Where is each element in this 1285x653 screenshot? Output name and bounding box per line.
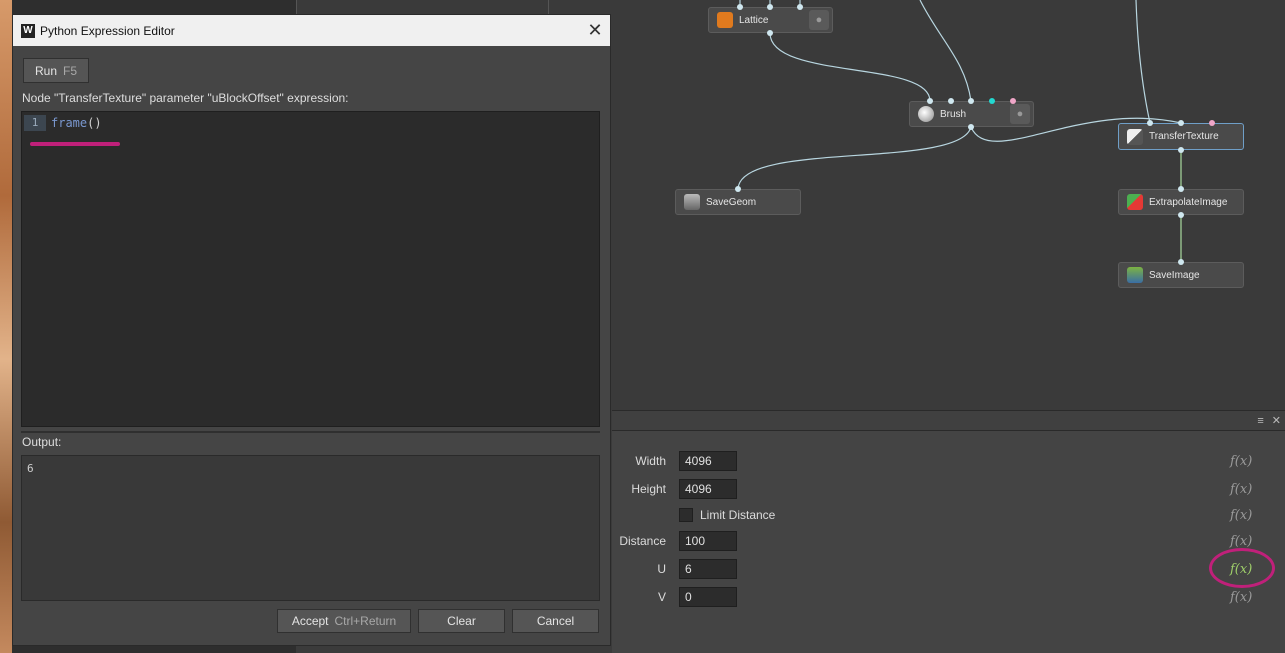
output-area: 6	[21, 455, 600, 601]
cancel-button[interactable]: Cancel	[512, 609, 599, 633]
width-label: Width	[635, 454, 666, 468]
param-row-width: Width 4096 f(x)	[612, 451, 1285, 471]
accept-shortcut: Ctrl+Return	[334, 614, 397, 628]
param-row-v: V 0 f(x)	[612, 587, 1285, 607]
dialog-title: Python Expression Editor	[40, 23, 175, 38]
edge-top-brush	[919, 0, 972, 102]
port[interactable]	[1178, 120, 1184, 126]
lattice-icon	[717, 12, 733, 28]
title-bar[interactable]: W Python Expression Editor ✕	[13, 15, 610, 46]
close-icon[interactable]: ✕	[1272, 414, 1281, 427]
port[interactable]	[735, 186, 741, 192]
code-paren: ()	[87, 116, 102, 130]
fx-width-button[interactable]: f(x)	[1230, 454, 1252, 469]
close-button[interactable]: ✕	[580, 20, 610, 41]
code-function: frame	[51, 116, 88, 130]
port[interactable]	[948, 98, 954, 104]
param-row-height: Height 4096 f(x)	[612, 479, 1285, 499]
port[interactable]	[1209, 120, 1215, 126]
accept-button[interactable]: Accept Ctrl+Return	[277, 609, 411, 633]
lightbulb-icon[interactable]: ●	[1010, 104, 1030, 124]
limit-distance-label: Limit Distance	[700, 508, 776, 522]
v-input[interactable]: 0	[679, 587, 737, 607]
clear-label: Clear	[447, 614, 476, 628]
port[interactable]	[1147, 120, 1153, 126]
run-shortcut: F5	[63, 63, 78, 78]
param-row-u: U 6 f(x)	[612, 559, 1285, 579]
edge-brush-savegeom	[737, 126, 972, 190]
port[interactable]	[767, 30, 773, 36]
port[interactable]	[1010, 98, 1016, 104]
panel-header: ≡ ✕	[612, 411, 1285, 431]
node-label: ExtrapolateImage	[1149, 196, 1228, 208]
port[interactable]	[989, 98, 995, 104]
highlight-underline	[30, 142, 120, 146]
port[interactable]	[767, 4, 773, 10]
highlight-circle	[1209, 548, 1275, 588]
accept-label: Accept	[291, 614, 329, 628]
port[interactable]	[1178, 147, 1184, 153]
port[interactable]	[737, 4, 743, 10]
menu-icon[interactable]: ≡	[1257, 415, 1263, 427]
height-label: Height	[631, 482, 666, 496]
run-button[interactable]: Run F5	[23, 58, 89, 83]
fx-limit-distance-button[interactable]: f(x)	[1230, 508, 1252, 523]
fx-height-button[interactable]: f(x)	[1230, 482, 1252, 497]
port[interactable]	[797, 4, 803, 10]
node-transfer-texture[interactable]: TransferTexture	[1118, 123, 1244, 150]
code-editor[interactable]: 1 frame()	[21, 111, 600, 427]
transfer-texture-icon	[1127, 128, 1143, 145]
app-logo-icon: W	[21, 23, 35, 38]
output-label: Output:	[22, 435, 62, 449]
node-label: SaveGeom	[706, 196, 757, 208]
clear-button[interactable]: Clear	[418, 609, 505, 633]
node-save-geom[interactable]: SaveGeom	[675, 189, 801, 215]
node-label: Lattice	[739, 14, 769, 26]
port[interactable]	[927, 98, 933, 104]
port[interactable]	[1178, 259, 1184, 265]
save-geom-icon	[684, 194, 700, 210]
fx-v-button[interactable]: f(x)	[1230, 590, 1252, 605]
edge-top-transfer	[1135, 0, 1151, 124]
port[interactable]	[968, 124, 974, 130]
param-row-distance: Distance 100 f(x)	[612, 531, 1285, 551]
param-row-limit-distance: Limit Distance f(x)	[612, 505, 1285, 525]
save-image-icon	[1127, 267, 1143, 283]
node-save-image[interactable]: SaveImage	[1118, 262, 1244, 288]
extrapolate-image-icon	[1127, 194, 1143, 210]
u-label: U	[657, 562, 666, 576]
limit-distance-checkbox[interactable]	[679, 508, 693, 522]
u-input[interactable]: 6	[679, 559, 737, 579]
width-input[interactable]: 4096	[679, 451, 737, 471]
parameters-panel: ≡ ✕ Width 4096 f(x) Height 4096 f(x) Lim…	[612, 410, 1285, 653]
run-label: Run	[34, 63, 57, 78]
background-image	[0, 0, 12, 653]
distance-input[interactable]: 100	[679, 531, 737, 551]
port[interactable]	[1178, 212, 1184, 218]
height-input[interactable]: 4096	[679, 479, 737, 499]
port[interactable]	[968, 98, 974, 104]
node-label: SaveImage	[1149, 269, 1200, 281]
lightbulb-icon[interactable]: ●	[809, 10, 829, 30]
cancel-label: Cancel	[536, 614, 575, 628]
python-expression-editor-dialog: W Python Expression Editor ✕ Run F5 Node…	[12, 14, 611, 646]
brush-icon	[918, 106, 934, 122]
fx-distance-button[interactable]: f(x)	[1230, 534, 1252, 549]
port[interactable]	[1178, 186, 1184, 192]
splitter-handle[interactable]	[21, 431, 600, 433]
node-label: Brush	[940, 108, 967, 120]
v-label: V	[657, 590, 666, 604]
edge-lattice-brush	[769, 32, 931, 102]
distance-label: Distance	[619, 534, 666, 548]
code-line[interactable]: frame()	[51, 116, 102, 130]
expression-label: Node "TransferTexture" parameter "uBlock…	[22, 91, 349, 105]
node-label: TransferTexture	[1149, 131, 1219, 142]
line-number: 1	[24, 115, 46, 131]
